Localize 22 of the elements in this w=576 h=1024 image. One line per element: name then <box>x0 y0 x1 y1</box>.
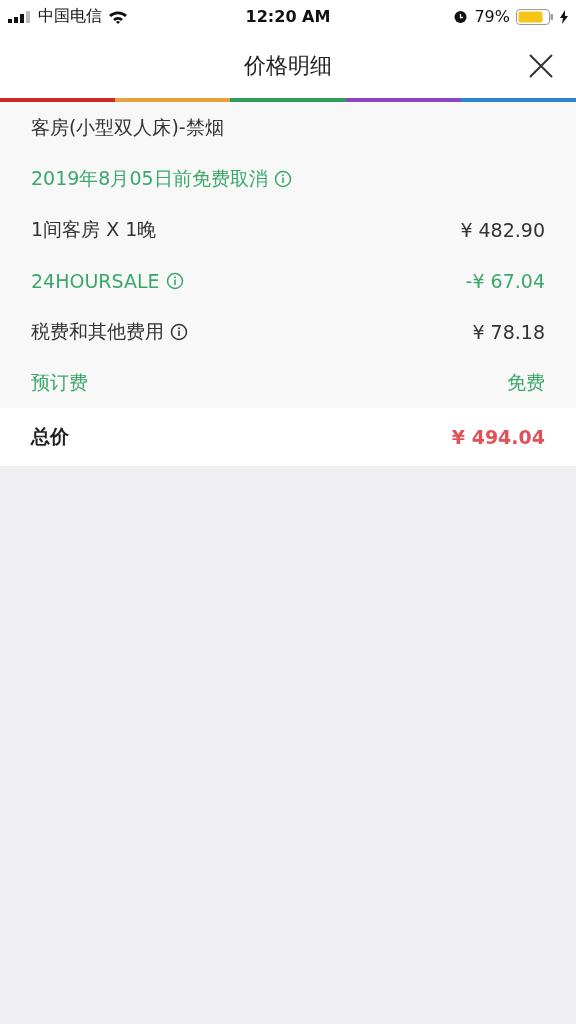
charging-icon <box>560 9 568 24</box>
total-value: ¥ 494.04 <box>451 426 545 448</box>
price-label: 客房(小型双人床)-禁烟 <box>31 114 224 140</box>
total-label: 总价 <box>31 424 69 449</box>
wifi-icon <box>108 9 128 24</box>
info-icon[interactable] <box>170 322 188 341</box>
price-value: ¥ 482.90 <box>460 218 545 241</box>
price-label: 24HOURSALE <box>31 269 160 292</box>
price-value: 免费 <box>507 369 545 395</box>
signal-icon <box>8 10 32 23</box>
price-label: 2019年8月05日前免费取消 <box>31 165 268 191</box>
price-value: -¥ 67.04 <box>465 269 545 292</box>
status-time: 12:20 AM <box>245 7 331 26</box>
price-value: ¥ 78.18 <box>472 320 545 343</box>
battery-icon <box>516 8 554 25</box>
battery-percent: 79% <box>474 7 510 26</box>
price-label: 预订费 <box>31 369 88 395</box>
carrier-name: 中国电信 <box>38 6 102 27</box>
page-title: 价格明细 <box>244 51 332 80</box>
price-label: 税费和其他费用 <box>31 318 164 344</box>
alarm-icon <box>453 9 469 24</box>
price-label: 1间客房 X 1晚 <box>31 216 157 242</box>
